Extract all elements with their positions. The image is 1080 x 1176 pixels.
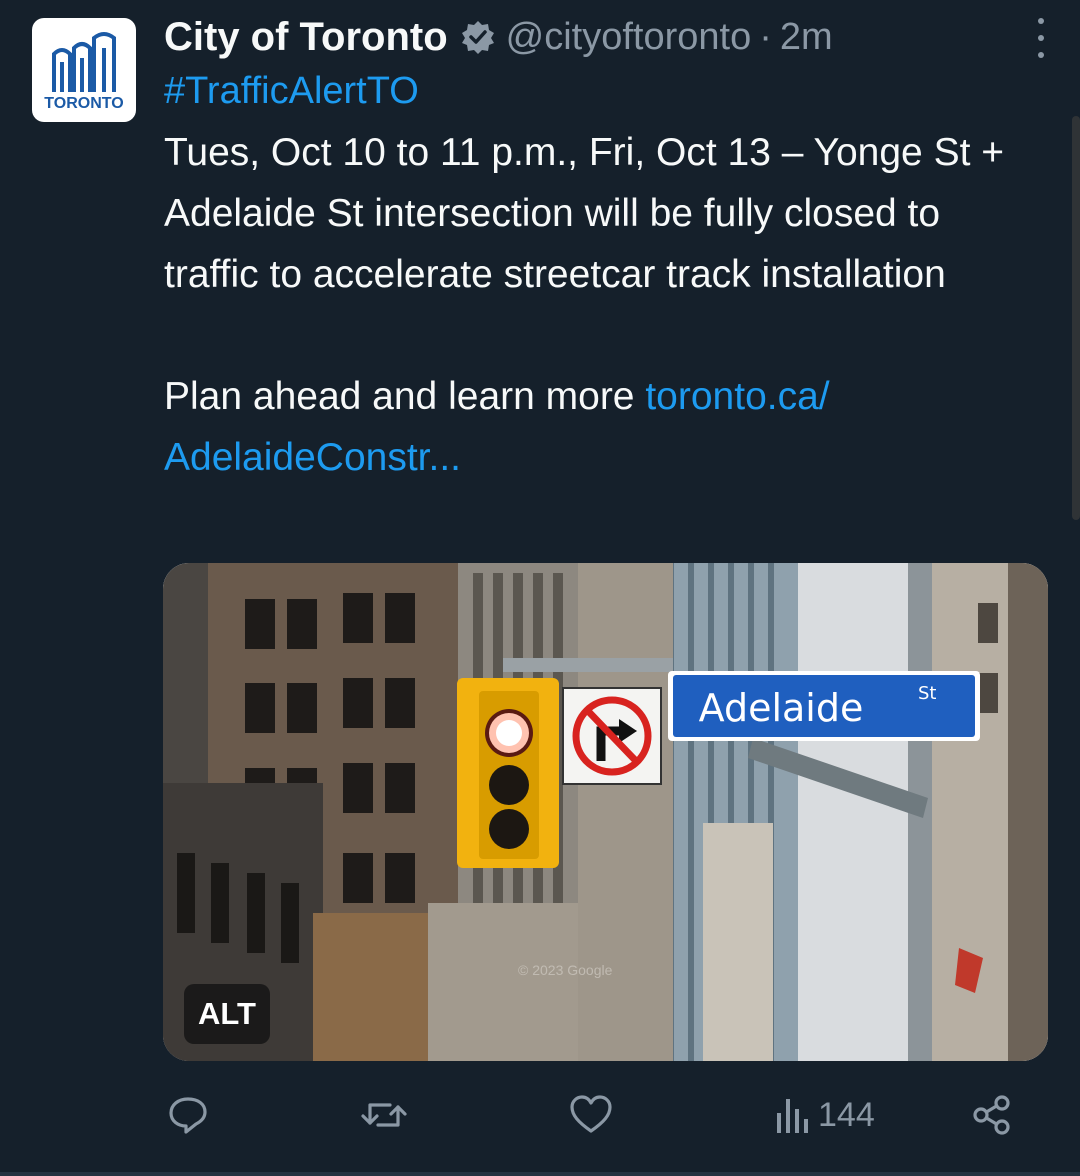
display-name[interactable]: City of Toronto [164, 15, 448, 60]
tweet-text: Tues, Oct 10 to 11 p.m., Fri, Oct 13 – Y… [164, 122, 1044, 488]
alt-text-badge[interactable]: ALT [184, 984, 270, 1044]
separator-dot: · [759, 15, 772, 58]
share-icon [973, 1095, 1010, 1135]
views-button[interactable]: 144 [774, 1090, 875, 1140]
verified-badge-icon [460, 19, 496, 55]
street-photo: Adelaide St © 2023 Google [163, 563, 1048, 1061]
retweet-icon [361, 1103, 407, 1127]
street-sign-suffix: St [918, 683, 936, 704]
scrollbar[interactable] [1072, 116, 1080, 520]
share-button[interactable] [970, 1090, 1014, 1140]
street-sign-text: Adelaide [699, 686, 864, 730]
tweet-text-plain: Plan ahead and learn more [164, 375, 646, 418]
logo-text: TORONTO [44, 95, 123, 112]
user-handle[interactable]: @cityoftoronto [506, 16, 752, 59]
retweet-button[interactable] [356, 1090, 412, 1140]
image-watermark: © 2023 Google [518, 962, 613, 978]
views-chart-icon [777, 1099, 808, 1133]
tweet-text-paragraph: Tues, Oct 10 to 11 p.m., Fri, Oct 13 – Y… [164, 131, 1005, 296]
tweet-image[interactable]: Adelaide St © 2023 Google [163, 563, 1048, 1061]
reply-button[interactable] [166, 1090, 210, 1140]
tweet-action-bar: 144 [0, 1090, 1080, 1140]
timestamp[interactable]: 2m [780, 16, 833, 59]
like-button[interactable] [568, 1090, 614, 1140]
tweet-header: City of Toronto @cityoftoronto · 2m [164, 10, 1060, 64]
divider [0, 1172, 1080, 1176]
tweet-text-paragraph-2: Plan ahead and learn more toronto.ca/ Ad… [164, 366, 1044, 488]
views-count: 144 [818, 1095, 875, 1134]
profile-avatar[interactable]: TORONTO [32, 18, 136, 122]
reply-icon [169, 1097, 207, 1134]
toronto-logo-icon: TORONTO [44, 32, 124, 112]
heart-icon [570, 1095, 612, 1133]
hashtag-link[interactable]: #TrafficAlertTO [164, 66, 419, 116]
more-options-icon[interactable] [1034, 18, 1048, 58]
